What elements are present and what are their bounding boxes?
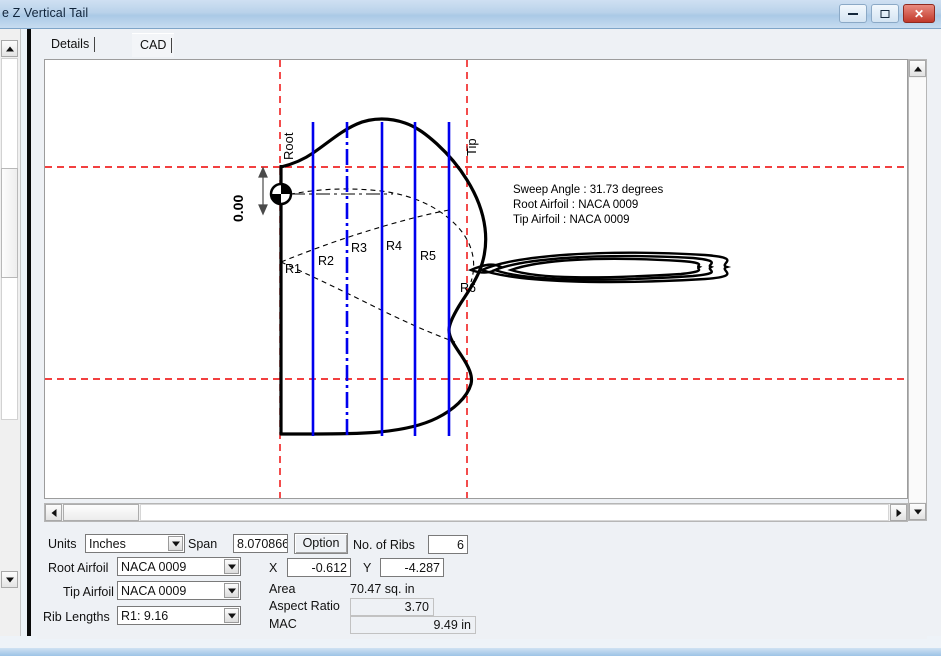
rib-label-2: R2 — [318, 254, 334, 268]
rib-label-3: R3 — [351, 241, 367, 255]
canvas-vertical-scrollbar[interactable] — [908, 59, 927, 521]
label-root: Root — [281, 132, 296, 160]
canvas-scroll-down-button[interactable] — [909, 503, 926, 520]
area-value: 70.47 sq. in — [350, 582, 415, 596]
tab-details[interactable]: Details — [43, 33, 97, 57]
canvas-scroll-up-button[interactable] — [909, 60, 926, 77]
chevron-down-icon[interactable] — [224, 559, 239, 574]
y-label: Y — [363, 561, 372, 575]
close-button[interactable]: ✕ — [903, 4, 935, 23]
parent-vertical-scrollbar[interactable] — [0, 28, 21, 636]
canvas-hscroll-track[interactable] — [140, 504, 889, 521]
root-airfoil-label: Root Airfoil — [48, 561, 109, 575]
parent-scrollbar-thumb[interactable] — [1, 168, 18, 278]
chevron-down-icon[interactable] — [168, 536, 183, 551]
annotation-block: Sweep Angle : 31.73 degrees Root Airfoil… — [513, 184, 664, 226]
annotation-tip-airfoil: Tip Airfoil : NACA 0009 — [513, 214, 630, 226]
chevron-down-icon[interactable] — [224, 583, 239, 598]
rib-label-4: R4 — [386, 239, 402, 253]
area-label: Area — [269, 582, 296, 596]
aspect-ratio-label: Aspect Ratio — [269, 599, 340, 613]
mac-label: MAC — [269, 617, 297, 631]
window-controls: ✕ — [839, 4, 935, 23]
tip-airfoil-value: NACA 0009 — [121, 584, 187, 598]
label-tip: Tip — [464, 138, 479, 156]
canvas-hscroll-thumb[interactable] — [63, 504, 139, 521]
caret-right-icon — [896, 508, 901, 517]
ribs-count-label: No. of Ribs — [353, 538, 415, 552]
rib-label-1: R1 — [285, 262, 301, 276]
canvas-vscroll-track[interactable] — [909, 78, 926, 502]
caret-down-icon — [5, 577, 14, 582]
y-input[interactable]: -4.287 — [380, 558, 444, 577]
units-value: Inches — [89, 537, 126, 551]
units-select[interactable]: Inches — [85, 534, 185, 553]
airfoil-section-inner — [507, 257, 703, 279]
caret-down-icon — [913, 509, 922, 514]
root-airfoil-value: NACA 0009 — [121, 560, 187, 574]
y-value: -4.287 — [404, 561, 440, 575]
rib-lengths-value: R1: 9.16 — [121, 609, 169, 623]
app-window: e Z Vertical Tail ✕ — [0, 0, 941, 29]
aspect-ratio-value: 3.70 — [404, 600, 429, 614]
mac-value-box: 9.49 in — [350, 616, 476, 634]
window-title: e Z Vertical Tail — [2, 6, 89, 20]
span-input[interactable]: 8.070866 — [233, 534, 288, 553]
close-icon: ✕ — [913, 6, 925, 21]
tab-cad[interactable]: CAD — [132, 33, 175, 57]
rib-lengths-select[interactable]: R1: 9.16 — [117, 606, 241, 625]
title-bar[interactable]: e Z Vertical Tail ✕ — [0, 0, 941, 29]
chevron-down-icon[interactable] — [224, 608, 239, 623]
maximize-icon — [880, 9, 890, 18]
maximize-button[interactable] — [871, 4, 899, 23]
desktop-strip — [0, 648, 941, 656]
mac-value: 9.49 in — [433, 618, 471, 632]
construction-curve-upper — [280, 188, 475, 283]
tab-divider — [171, 38, 173, 53]
caret-left-icon — [51, 508, 56, 517]
label-dimension: 0.00 — [230, 195, 246, 222]
minimize-icon — [848, 12, 858, 15]
canvas-scroll-right-button[interactable] — [890, 504, 907, 521]
app-root: e Z Vertical Tail ✕ Details CAD Root Tip… — [0, 0, 941, 656]
x-value: -0.612 — [311, 561, 347, 575]
dimension-arrow — [258, 166, 268, 216]
minimize-button[interactable] — [839, 4, 867, 23]
x-input[interactable]: -0.612 — [287, 558, 351, 577]
cg-marker — [269, 182, 293, 206]
ribs-count-value: 6 — [457, 538, 464, 552]
x-label: X — [269, 561, 278, 575]
cad-drawing-canvas[interactable]: Root Tip 0.00 R1 R2 R3 R4 R5 R6 Sweep An… — [44, 59, 908, 499]
parameters-panel: Units Inches Span 8.070866 Option No. of… — [37, 529, 927, 639]
ribs-count-input[interactable]: 6 — [428, 535, 468, 554]
tip-airfoil-label: Tip Airfoil — [63, 585, 114, 599]
airfoil-sections — [467, 251, 732, 284]
tab-strip: Details CAD — [31, 29, 941, 59]
tab-details-label: Details — [51, 37, 90, 51]
canvas-scroll-left-button[interactable] — [45, 504, 62, 521]
span-value: 8.070866 — [237, 537, 288, 551]
parent-window-edge — [27, 28, 31, 636]
tip-airfoil-select[interactable]: NACA 0009 — [117, 581, 241, 600]
parent-scroll-down-button[interactable] — [1, 571, 18, 588]
rib-label-6: R6 — [460, 281, 476, 295]
canvas-horizontal-scrollbar[interactable] — [44, 503, 908, 522]
tab-cad-label: CAD — [140, 38, 167, 52]
rib-label-5: R5 — [420, 249, 436, 263]
root-airfoil-select[interactable]: NACA 0009 — [117, 557, 241, 576]
units-label: Units — [48, 537, 77, 551]
option-button-label: Option — [302, 536, 340, 550]
annotation-sweep-angle: Sweep Angle : 31.73 degrees — [513, 184, 664, 196]
aspect-ratio-value-box: 3.70 — [350, 598, 434, 616]
planform-drawing: Root Tip 0.00 R1 R2 R3 R4 R5 R6 Sweep An… — [45, 60, 907, 498]
span-label: Span — [188, 537, 218, 551]
parent-scroll-up-button[interactable] — [1, 40, 18, 57]
caret-up-icon — [5, 46, 14, 51]
caret-up-icon — [913, 66, 922, 71]
annotation-root-airfoil: Root Airfoil : NACA 0009 — [513, 199, 638, 211]
option-button[interactable]: Option — [294, 533, 348, 554]
rib-lengths-label: Rib Lengths — [43, 610, 110, 624]
tab-divider — [94, 37, 96, 52]
construction-curve-lower — [280, 261, 456, 343]
